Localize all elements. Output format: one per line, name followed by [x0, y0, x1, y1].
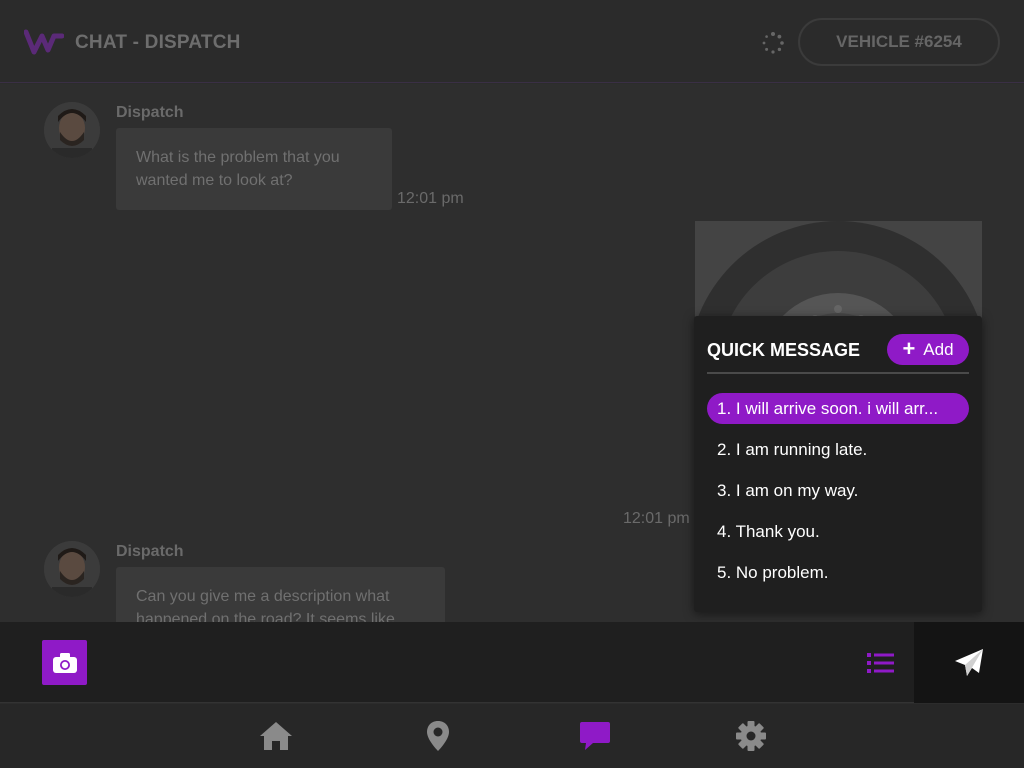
plus-icon: +: [902, 335, 916, 361]
divider: [707, 372, 969, 374]
app-header: CHAT - DISPATCH VEHICLE #6254: [0, 0, 1024, 83]
composer-bar: [0, 622, 1024, 703]
quick-message-title: QUICK MESSAGE: [707, 340, 861, 360]
settings-icon: [736, 721, 766, 751]
brand-logo-icon: [24, 29, 64, 55]
message-bubble: What is the problem that you wanted me t…: [116, 128, 392, 210]
quick-message-toggle-button[interactable]: [860, 644, 902, 682]
dispatcher-avatar: [44, 102, 100, 158]
nav-settings[interactable]: [731, 718, 771, 754]
send-button[interactable]: [914, 622, 1024, 703]
list-icon: [867, 653, 894, 673]
camera-icon: [52, 652, 77, 673]
add-button-label: Add: [923, 339, 954, 359]
loading-spinner-icon: [762, 32, 784, 54]
message-sender: Dispatch: [116, 104, 184, 121]
quick-message-item[interactable]: 4. Thank you.: [707, 516, 969, 547]
bottom-nav: [0, 704, 1024, 768]
quick-message-item[interactable]: 5. No problem.: [707, 557, 969, 588]
tire-photo[interactable]: [695, 221, 982, 331]
nav-location[interactable]: [418, 718, 458, 754]
message-sender: Dispatch: [116, 543, 184, 560]
page-title: CHAT - DISPATCH: [75, 32, 241, 53]
nav-home[interactable]: [256, 718, 296, 754]
chat-icon: [580, 722, 610, 750]
dispatcher-avatar: [44, 541, 100, 597]
send-icon: [955, 648, 983, 676]
quick-message-panel: QUICK MESSAGE + Add 1. I will arrive soo…: [694, 316, 982, 612]
quick-message-item[interactable]: 3. I am on my way.: [707, 475, 969, 506]
home-icon: [260, 722, 292, 750]
message-timestamp: 12:01 pm: [623, 510, 690, 527]
nav-chat[interactable]: [575, 718, 615, 754]
vehicle-button[interactable]: VEHICLE #6254: [798, 18, 1000, 66]
message-timestamp: 12:01 pm: [397, 190, 464, 207]
quick-message-item[interactable]: 2. I am running late.: [707, 434, 969, 465]
location-pin-icon: [427, 721, 449, 751]
add-quick-message-button[interactable]: + Add: [887, 334, 969, 365]
quick-message-item[interactable]: 1. I will arrive soon. i will arr...: [707, 393, 969, 424]
camera-button[interactable]: [42, 640, 87, 685]
message-bubble: Can you give me a description what happe…: [116, 567, 445, 622]
